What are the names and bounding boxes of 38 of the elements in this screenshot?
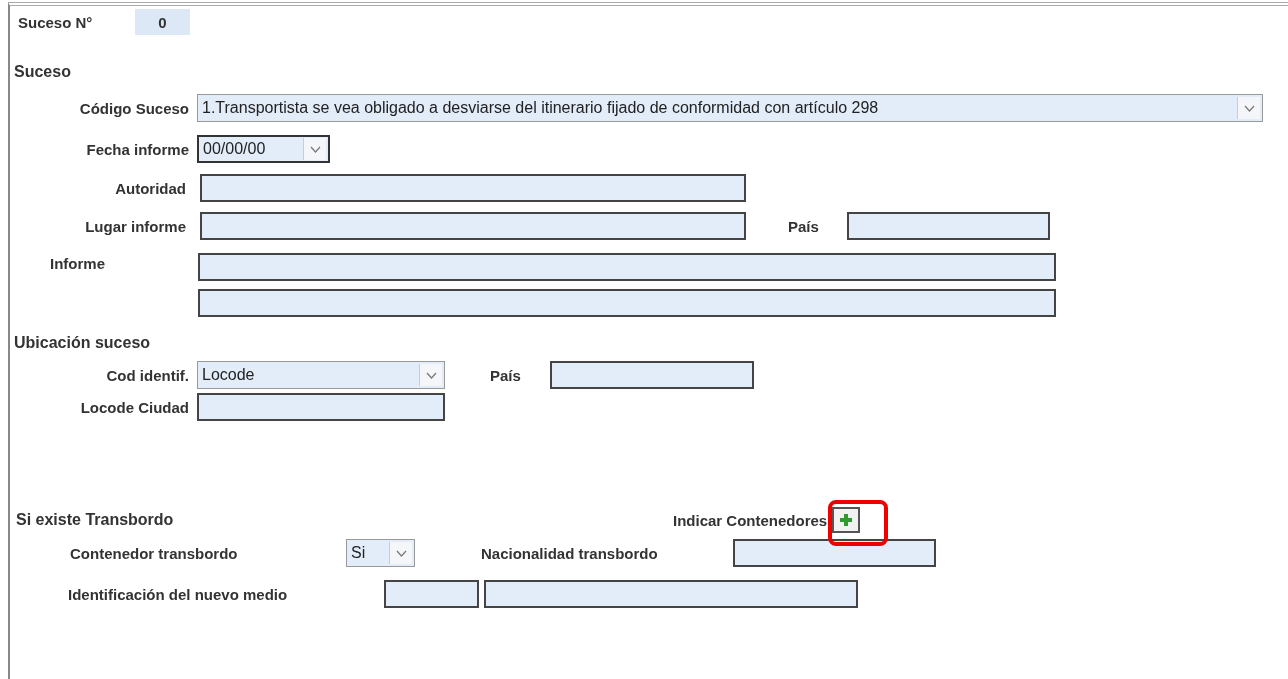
number-value: 0 bbox=[135, 9, 190, 35]
section-title: Si existe Transbordo bbox=[16, 511, 175, 529]
field-label: País bbox=[788, 217, 819, 235]
dropdown[interactable]: Si bbox=[346, 539, 415, 567]
field-label: Fecha informe bbox=[85, 140, 189, 158]
input-field[interactable] bbox=[200, 212, 746, 240]
section-title: Suceso bbox=[14, 63, 71, 81]
add-button[interactable] bbox=[832, 507, 861, 533]
input-field[interactable] bbox=[198, 253, 1056, 281]
dropdown[interactable]: 00/00/00 bbox=[197, 135, 330, 163]
field-label: Identificación del nuevo medio bbox=[68, 585, 289, 603]
plus-icon bbox=[840, 514, 853, 526]
input-field[interactable] bbox=[384, 580, 479, 608]
caret-icon bbox=[395, 549, 407, 557]
input-field[interactable] bbox=[484, 580, 858, 608]
field-label: Locode Ciudad bbox=[79, 398, 189, 416]
field-label: Nacionalidad transbordo bbox=[481, 544, 659, 562]
field-label: Cod identif. bbox=[105, 366, 189, 384]
field-label: Informe bbox=[49, 254, 106, 272]
input-field[interactable] bbox=[549, 361, 754, 389]
input-field[interactable] bbox=[200, 174, 746, 202]
input-field[interactable] bbox=[198, 289, 1056, 317]
field-label: País bbox=[490, 366, 521, 384]
input-field[interactable] bbox=[197, 393, 445, 421]
caret-icon bbox=[1243, 104, 1255, 112]
field-label: Código Suceso bbox=[78, 99, 189, 117]
dropdown[interactable]: Locode bbox=[197, 361, 445, 389]
caret-icon bbox=[425, 371, 437, 379]
field-label: Suceso N° bbox=[18, 13, 94, 31]
field-label: Indicar Contenedores bbox=[673, 511, 828, 529]
section-title: Ubicación suceso bbox=[14, 334, 151, 352]
field-label: Lugar informe bbox=[84, 217, 186, 235]
input-field[interactable] bbox=[846, 212, 1050, 240]
dropdown[interactable]: 1.Transportista se vea obligado a desviarse del itinerario fijado de conformidad con artículo 298 bbox=[197, 94, 1263, 122]
caret-icon bbox=[309, 145, 321, 153]
input-field[interactable] bbox=[733, 539, 936, 567]
field-label: Contenedor transbordo bbox=[70, 544, 239, 562]
field-label: Autoridad bbox=[114, 179, 186, 197]
